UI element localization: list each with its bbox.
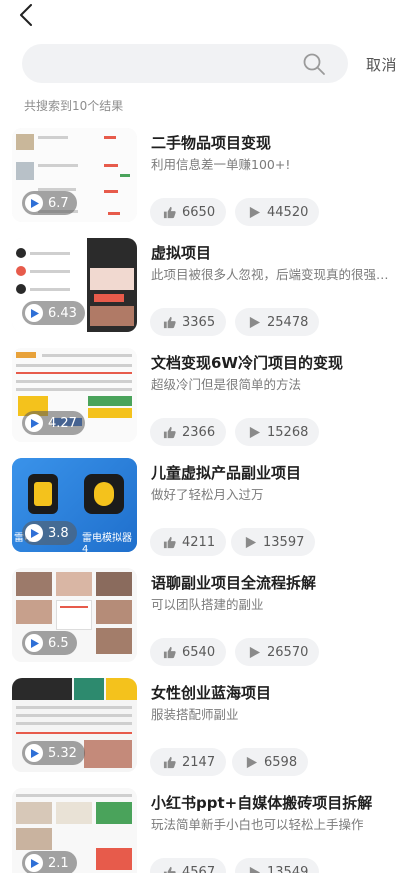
play-icon [249,866,261,873]
thumbs-up-icon [163,426,176,438]
play-icon [246,756,258,768]
play-count[interactable]: 6598 [232,748,309,776]
cancel-button[interactable]: 取消 [366,54,397,75]
thumbs-up-icon [163,536,176,548]
result-item[interactable]: 6.5 语聊副业项目全流程拆解 可以团队搭建的副业 6540 26570 [0,568,419,678]
play-duration-badge: 5.32 [22,741,85,765]
thumbnail-caption-right: 雷电模拟器4 [82,533,132,552]
result-description: 玩法简单新手小白也可以轻松上手操作 [151,817,364,832]
thumbs-up-icon [163,316,176,328]
like-count[interactable]: 6540 [150,638,227,666]
result-description: 服装搭配师副业 [151,707,239,722]
play-icon [25,634,43,652]
result-item[interactable]: 5.32 女性创业蓝海项目 服装搭配师副业 2147 6598 [0,678,419,788]
video-duration: 3.8 [48,525,69,541]
result-item[interactable]: 4.27 文档变现6W冷门项目的变现 超级冷门但是很简单的方法 2366 152… [0,348,419,458]
play-icon [25,414,43,432]
play-count[interactable]: 26570 [235,638,320,666]
play-count[interactable]: 44520 [235,198,320,226]
result-title[interactable]: 语聊副业项目全流程拆解 [151,572,411,593]
play-icon [245,536,257,548]
play-icon [249,316,261,328]
play-icon [249,206,261,218]
play-count[interactable]: 15268 [235,418,320,446]
chevron-left-icon [20,4,32,26]
result-description: 可以团队搭建的副业 [151,597,264,612]
like-count[interactable]: 4567 [150,858,227,873]
result-count: 共搜索到10个结果 [24,99,124,113]
result-description: 做好了轻松月入过万 [151,487,264,502]
result-item[interactable]: 2.1 小红书ppt+自媒体搬砖项目拆解 玩法简单新手小白也可以轻松上手操作 4… [0,788,419,873]
result-description: 利用信息差一单赚100+! [151,157,291,172]
video-thumbnail[interactable]: 2.1 [12,788,137,873]
like-count[interactable]: 2147 [150,748,227,776]
result-title[interactable]: 虚拟项目 [151,242,411,263]
play-duration-badge: 6.5 [22,631,77,655]
result-title[interactable]: 儿童虚拟产品副业项目 [151,462,411,483]
play-count[interactable]: 13549 [235,858,320,873]
result-description: 超级冷门但是很简单的方法 [151,377,302,392]
play-icon [25,744,43,762]
result-item[interactable]: 6.43 虚拟项目 此项目被很多人忽视，后端变现真的很强… 3365 25478 [0,238,419,348]
play-icon [25,524,43,542]
thumbs-up-icon [163,206,176,218]
like-count[interactable]: 6650 [150,198,227,226]
video-thumbnail[interactable]: 6.43 [12,238,137,332]
back-button[interactable] [14,2,38,28]
video-thumbnail[interactable]: 6.7 [12,128,137,222]
video-duration: 5.32 [48,745,77,761]
video-duration: 4.27 [48,415,77,431]
search-input[interactable] [22,44,348,83]
play-icon [249,646,261,658]
video-thumbnail[interactable]: 5.32 [12,678,137,772]
thumbs-up-icon [163,646,176,658]
like-count[interactable]: 2366 [150,418,227,446]
result-title[interactable]: 文档变现6W冷门项目的变现 [151,352,411,373]
play-icon [249,426,261,438]
play-icon [25,854,43,872]
video-duration: 6.5 [48,635,69,651]
video-duration: 6.7 [48,195,69,211]
play-count[interactable]: 25478 [235,308,320,336]
result-description: 此项目被很多人忽视，后端变现真的很强… [151,267,389,282]
like-count[interactable]: 3365 [150,308,227,336]
play-icon [25,194,43,212]
play-duration-badge: 6.7 [22,191,77,215]
result-title[interactable]: 女性创业蓝海项目 [151,682,411,703]
play-duration-badge: 2.1 [22,851,77,873]
play-duration-badge: 3.8 [22,521,77,545]
result-item[interactable]: 6.7 二手物品项目变现 利用信息差一单赚100+! 6650 44520 [0,128,419,238]
like-count[interactable]: 4211 [150,528,227,556]
result-item[interactable]: 雷电 雷电模拟器4 3.8 儿童虚拟产品副业项目 做好了轻松月入过万 4211 … [0,458,419,568]
play-duration-badge: 4.27 [22,411,85,435]
result-title[interactable]: 二手物品项目变现 [151,132,411,153]
thumbs-up-icon [163,866,176,873]
video-duration: 6.43 [48,305,77,321]
thumbs-up-icon [163,756,176,768]
result-title[interactable]: 小红书ppt+自媒体搬砖项目拆解 [151,792,411,813]
play-icon [25,304,43,322]
play-count[interactable]: 13597 [231,528,316,556]
video-duration: 2.1 [48,855,69,871]
video-thumbnail[interactable]: 雷电 雷电模拟器4 3.8 [12,458,137,552]
play-duration-badge: 6.43 [22,301,85,325]
video-thumbnail[interactable]: 4.27 [12,348,137,442]
video-thumbnail[interactable]: 6.5 [12,568,137,662]
search-icon[interactable] [302,52,326,76]
